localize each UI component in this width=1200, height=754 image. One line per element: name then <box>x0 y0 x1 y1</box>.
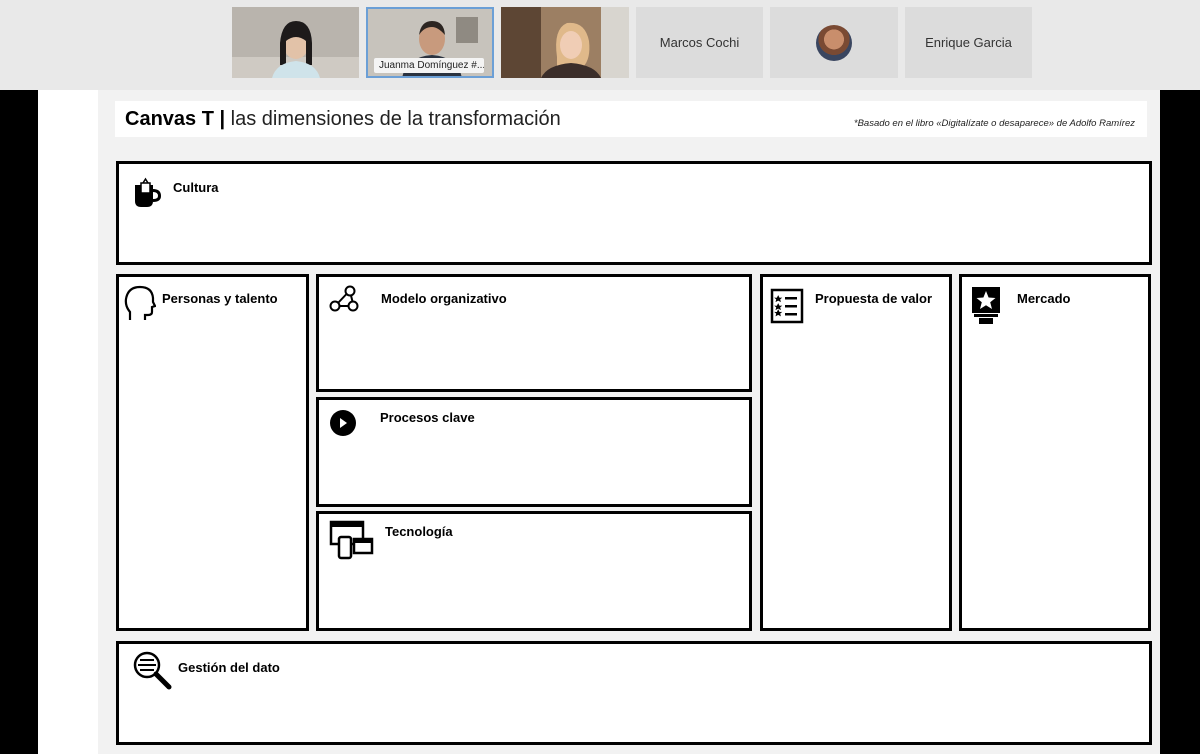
participant-tile-2[interactable]: Juanma Domínguez #... <box>366 7 494 78</box>
screen-margin <box>0 90 38 754</box>
section-gestion: Gestión del dato <box>116 641 1152 745</box>
participant-video <box>501 7 629 78</box>
participant-tile-5[interactable] <box>770 7 898 78</box>
section-modelo: Modelo organizativo <box>316 274 752 392</box>
shared-slide: Canvas T | las dimensiones de la transfo… <box>98 90 1160 754</box>
data-search-icon <box>133 651 172 690</box>
section-cultura: Cultura <box>116 161 1152 265</box>
slide-title: Canvas T | las dimensiones de la transfo… <box>125 108 561 131</box>
slide-credit: *Basado en el libro «Digitalízate o desa… <box>853 118 1135 129</box>
participant-video <box>232 7 359 78</box>
section-label: Gestión del dato <box>178 660 280 675</box>
screen-margin <box>1160 90 1200 754</box>
screen-margin <box>38 90 98 754</box>
slide-title-bold: Canvas T | <box>125 108 226 130</box>
avatar <box>816 24 852 61</box>
section-label: Procesos clave <box>380 410 475 425</box>
participant-name: Enrique Garcia <box>925 35 1012 50</box>
section-procesos: Procesos clave <box>316 397 752 507</box>
section-label: Tecnología <box>385 524 453 539</box>
slide-title-subtitle: las dimensiones de la transformación <box>225 108 561 130</box>
section-mercado: Mercado <box>959 274 1151 631</box>
participant-tile-6[interactable]: Enrique Garcia <box>905 7 1032 78</box>
network-icon <box>329 285 359 312</box>
section-label: Mercado <box>1017 291 1071 306</box>
participant-tile-3[interactable] <box>501 7 629 78</box>
checklist-icon <box>770 288 804 324</box>
section-label: Cultura <box>173 180 219 195</box>
section-personas: Personas y talento <box>116 274 309 631</box>
devices-icon <box>329 520 374 560</box>
section-label: Modelo organizativo <box>381 291 507 306</box>
play-icon <box>330 410 356 436</box>
participant-tile-4[interactable]: Marcos Cochi <box>636 7 763 78</box>
section-propuesta: Propuesta de valor <box>760 274 952 631</box>
star-screen-icon <box>972 287 1000 324</box>
head-icon <box>124 285 156 320</box>
mug-icon <box>135 177 161 207</box>
participant-name: Juanma Domínguez #... <box>374 58 484 73</box>
section-label: Propuesta de valor <box>815 291 933 306</box>
participant-name: Marcos Cochi <box>659 35 740 50</box>
participant-strip: Juanma Domínguez #... Marcos Cochi Enriq… <box>0 0 1200 90</box>
participant-tile-1[interactable] <box>232 7 359 78</box>
section-tecnologia: Tecnología <box>316 511 752 631</box>
section-label: Personas y talento <box>162 291 278 306</box>
slide-title-bar: Canvas T | las dimensiones de la transfo… <box>115 101 1147 137</box>
